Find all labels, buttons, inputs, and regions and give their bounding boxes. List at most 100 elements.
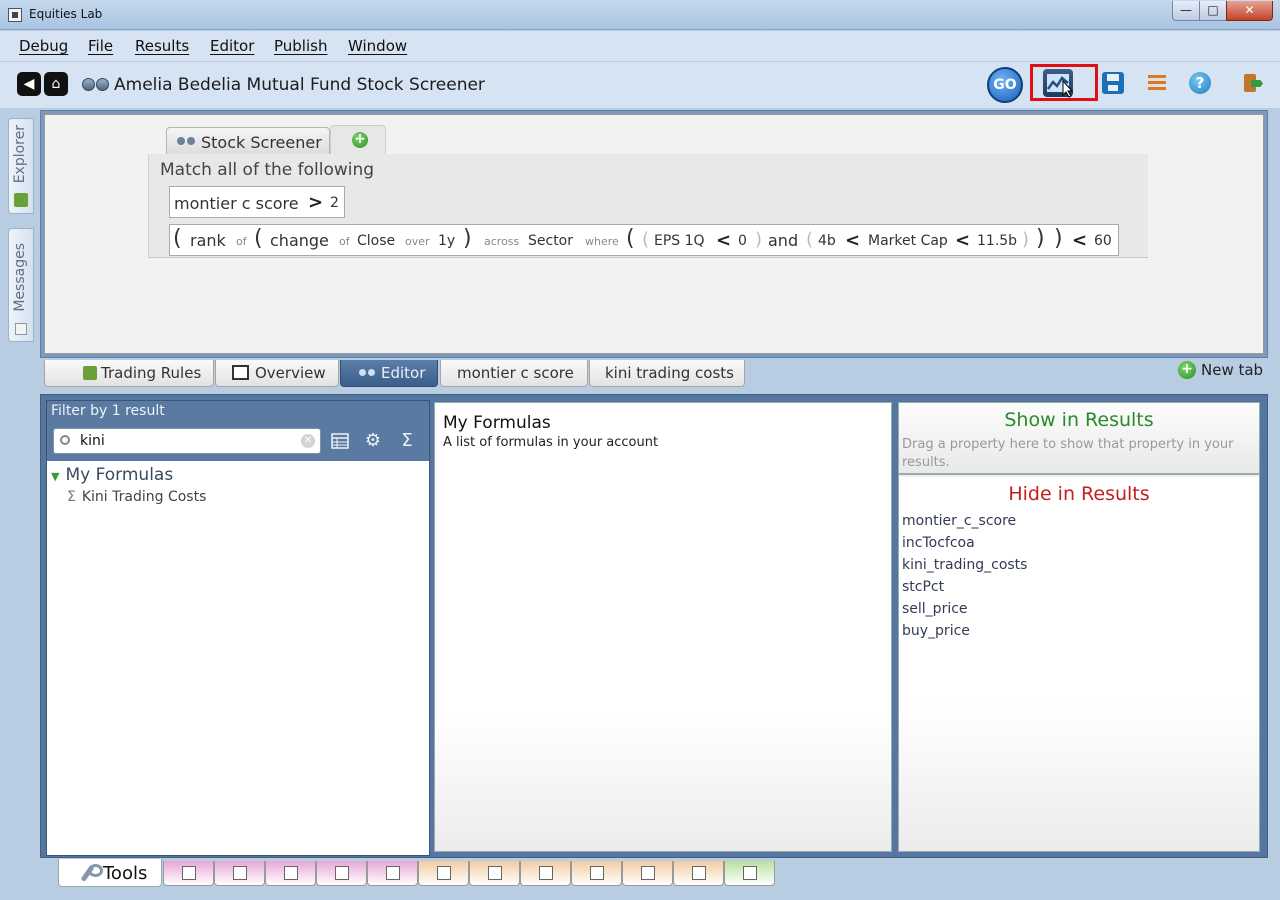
binoculars-icon: [177, 136, 197, 148]
search-field[interactable]: ✕: [53, 428, 321, 454]
menu-editor[interactable]: Editor: [210, 37, 254, 55]
sigma-icon[interactable]: Σ: [396, 430, 418, 452]
tab-stock-screener[interactable]: Stock Screener: [166, 127, 330, 155]
rule-rank-func[interactable]: rank: [190, 231, 226, 250]
tool-module-tab[interactable]: [571, 861, 622, 886]
rule-mcap-field[interactable]: Market Cap: [868, 233, 948, 249]
rule-op[interactable]: <: [716, 230, 731, 251]
tab-stock-screener-label: Stock Screener: [201, 133, 322, 152]
menu-window[interactable]: Window: [348, 37, 407, 55]
wrench-icon: [79, 864, 103, 882]
rule-op[interactable]: <: [955, 230, 970, 251]
clear-search-icon[interactable]: ✕: [301, 434, 315, 448]
help-icon[interactable]: ?: [1189, 72, 1211, 94]
tab-kini-trading-costs[interactable]: kini trading costs: [589, 360, 745, 387]
side-tab-messages-label: Messages: [12, 243, 28, 312]
list-item[interactable]: incTocfcoa: [902, 535, 975, 551]
rule-sector-field[interactable]: Sector: [528, 233, 573, 249]
menu-results[interactable]: Results: [135, 37, 189, 55]
tab-montier-c-score[interactable]: montier c score: [440, 360, 588, 387]
side-tab-explorer[interactable]: Explorer: [8, 118, 34, 214]
tab-tools[interactable]: Tools: [58, 859, 162, 887]
tab-overview-label: Overview: [255, 364, 326, 382]
rule-close-field[interactable]: Close: [357, 233, 395, 249]
go-button[interactable]: GO: [987, 67, 1023, 103]
search-input[interactable]: [80, 431, 298, 451]
tree-item-label: Kini Trading Costs: [81, 489, 207, 505]
menu-file[interactable]: File: [88, 37, 113, 55]
list-item[interactable]: buy_price: [902, 623, 970, 639]
binoculars-icon: [82, 75, 110, 91]
list-icon[interactable]: [1146, 72, 1168, 94]
tool-module-tab[interactable]: [214, 861, 265, 886]
tree-item-label: My Formulas: [65, 465, 174, 485]
rule-of: of: [236, 235, 247, 248]
list-item[interactable]: montier_c_score: [902, 513, 1016, 529]
page-title: Amelia Bedelia Mutual Fund Stock Screene…: [114, 75, 485, 95]
window-titlebar: Equities Lab — □ ✕: [0, 0, 1280, 30]
add-tab-icon[interactable]: +: [352, 132, 368, 148]
search-icon: [60, 435, 70, 445]
binoculars-icon: [359, 368, 377, 378]
list-item[interactable]: sell_price: [902, 601, 968, 617]
rule-op[interactable]: <: [1072, 230, 1087, 251]
tab-overview[interactable]: Overview: [215, 360, 339, 387]
minimize-button[interactable]: —: [1172, 1, 1200, 21]
menu-debug[interactable]: Debug: [19, 37, 68, 55]
table-icon[interactable]: [329, 430, 351, 452]
gear-icon[interactable]: ⚙: [362, 430, 384, 452]
rule-and[interactable]: and: [768, 231, 798, 250]
app-icon: [8, 8, 22, 22]
tool-module-tab[interactable]: [265, 861, 316, 886]
exit-icon[interactable]: [1241, 72, 1263, 94]
show-in-results-dropzone[interactable]: Show in Results Drag a property here to …: [899, 403, 1259, 475]
close-button[interactable]: ✕: [1226, 1, 1273, 21]
back-arrow-icon[interactable]: ◀: [17, 72, 41, 96]
tool-module-tab[interactable]: [622, 861, 673, 886]
rule-montier-op[interactable]: >: [308, 192, 323, 213]
tab-trading-rules[interactable]: Trading Rules: [44, 360, 214, 387]
tool-module-tab[interactable]: [673, 861, 724, 886]
rule-paren: ): [463, 226, 472, 251]
tree-item-kini-trading-costs[interactable]: Σ Kini Trading Costs: [67, 489, 206, 505]
home-icon[interactable]: ⌂: [44, 72, 68, 96]
hide-in-results-dropzone[interactable]: Hide in Results montier_c_score incTocfc…: [899, 477, 1259, 851]
tool-module-tab[interactable]: [367, 861, 418, 886]
menu-publish[interactable]: Publish: [274, 37, 327, 55]
mouse-cursor-icon: [1062, 80, 1074, 98]
rule-paren: (: [642, 229, 650, 250]
rule-eps-field[interactable]: EPS 1Q: [654, 233, 705, 249]
rule-zero[interactable]: 0: [738, 233, 747, 249]
rule-paren: (: [254, 226, 263, 251]
module-icon: [641, 866, 655, 880]
list-item[interactable]: kini_trading_costs: [902, 557, 1027, 573]
module-icon: [590, 866, 604, 880]
tool-module-tab[interactable]: [316, 861, 367, 886]
tool-module-tab[interactable]: [724, 861, 775, 886]
side-tab-messages[interactable]: Messages: [8, 228, 34, 342]
list-item[interactable]: stcPct: [902, 579, 944, 595]
results-panel: Show in Results Drag a property here to …: [898, 402, 1260, 852]
tab-editor[interactable]: Editor: [340, 360, 438, 387]
rule-change-func[interactable]: change: [270, 231, 329, 250]
tree-item-my-formulas[interactable]: ▼ My Formulas: [51, 465, 173, 485]
tool-module-tab[interactable]: [520, 861, 571, 886]
rule-over: over: [405, 235, 430, 248]
expand-triangle-icon[interactable]: ▼: [51, 470, 59, 483]
rule-low[interactable]: 4b: [818, 233, 836, 249]
add-icon: +: [1178, 361, 1196, 379]
save-icon[interactable]: [1102, 72, 1124, 94]
module-icon: [437, 866, 451, 880]
rule-op[interactable]: <: [845, 230, 860, 251]
rule-high[interactable]: 11.5b: [977, 233, 1017, 249]
tool-module-tab[interactable]: [163, 861, 214, 886]
calendar-icon: [232, 365, 249, 380]
rule-montier-value[interactable]: 2: [330, 195, 339, 211]
rule-montier-field[interactable]: montier c score: [174, 194, 299, 213]
tool-module-tab[interactable]: [418, 861, 469, 886]
rule-period[interactable]: 1y: [438, 233, 455, 249]
rule-limit[interactable]: 60: [1094, 233, 1112, 249]
main-toolbar: ◀ ⌂ Amelia Bedelia Mutual Fund Stock Scr…: [0, 62, 1280, 108]
maximize-button[interactable]: □: [1199, 1, 1227, 21]
tool-module-tab[interactable]: [469, 861, 520, 886]
